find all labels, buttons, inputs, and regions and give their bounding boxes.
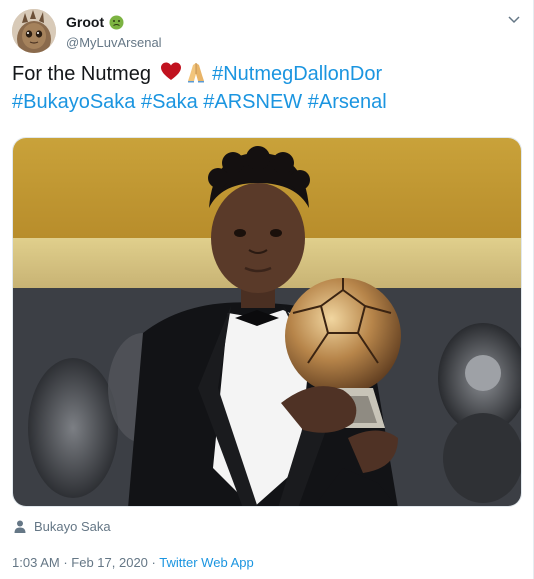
user-names: Groot @MyLuvArsenal [66, 13, 162, 50]
hashtag-link[interactable]: #Arsenal [308, 91, 387, 113]
groot-avatar-image [12, 9, 56, 53]
tagged-people[interactable]: Bukayo Saka [14, 519, 111, 534]
hashtag-link[interactable]: #NutmegDallonDor [212, 63, 382, 85]
tweet-source-link[interactable]: Twitter Web App [159, 555, 253, 570]
tweet-media-photo[interactable] [12, 137, 522, 507]
meta-separator: · [151, 555, 156, 570]
tweet-header: Groot @MyLuvArsenal [12, 9, 521, 53]
avatar[interactable] [12, 9, 56, 53]
red-heart-emoji-icon [160, 61, 182, 83]
tweet-text: For the Nutmeg #NutmegDallonDor #BukayoS… [12, 60, 517, 116]
tweet-card: Groot @MyLuvArsenal For the Nutmeg #Nutm… [0, 0, 534, 579]
hashtag-link[interactable]: #BukayoSaka [12, 91, 135, 113]
tweet-meta: 1:03 AM · Feb 17, 2020 · Twitter Web App [12, 555, 254, 570]
tweet-text-lead: For the Nutmeg [12, 63, 151, 85]
display-name[interactable]: Groot [66, 14, 104, 30]
photo-player-holding-golden-ball [13, 138, 521, 506]
meta-separator: · [63, 555, 68, 570]
folded-hands-emoji-icon [185, 61, 207, 83]
display-name-row: Groot [66, 13, 162, 31]
tweet-time[interactable]: 1:03 AM [12, 555, 60, 570]
nauseated-face-emoji-icon [109, 15, 124, 30]
tagged-person-name: Bukayo Saka [34, 519, 111, 534]
user-handle[interactable]: @MyLuvArsenal [66, 35, 162, 50]
person-icon [14, 520, 26, 533]
chevron-down-icon[interactable] [507, 12, 521, 26]
hashtag-link[interactable]: #ARSNEW [203, 91, 302, 113]
tweet-date[interactable]: Feb 17, 2020 [71, 555, 148, 570]
hashtag-link[interactable]: #Saka [141, 91, 198, 113]
